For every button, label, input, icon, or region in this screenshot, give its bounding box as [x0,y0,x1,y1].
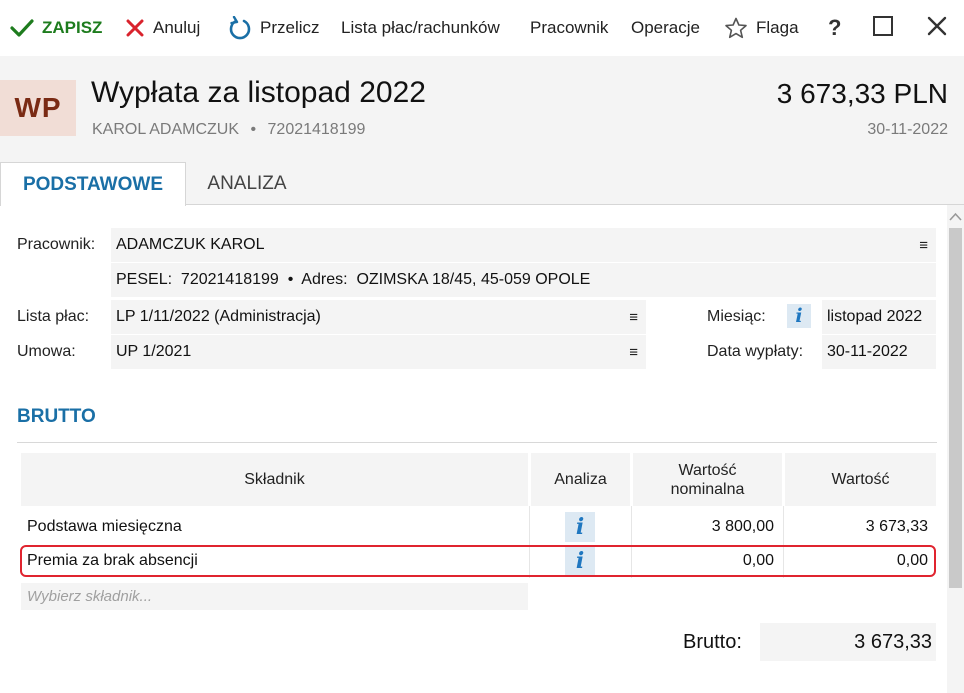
payroll-list-field[interactable]: LP 1/11/2022 (Administracja) ≡ [111,300,646,334]
employee-details-field: PESEL: 72021418199 • Adres: OZIMSKA 18/4… [111,263,936,297]
contract-label: Umowa: [17,343,76,360]
brutto-section-title: BRUTTO [17,406,96,427]
payroll-list-label-text: Lista płac: [17,308,90,325]
contract-value: UP 1/2021 [116,343,192,360]
total-amount: 3 673,33 PLN [776,78,948,109]
payroll-list-menu[interactable]: Lista płac/rachunków [341,0,500,56]
employee-label: Pracownik: [17,236,96,253]
employee-field[interactable]: ADAMCZUK KAROL ≡ [111,228,936,262]
employee-menu[interactable]: Pracownik [530,0,608,56]
subtitle-separator: • [250,121,257,138]
section-divider [17,442,937,443]
star-icon [724,17,748,39]
employee-menu-label: Pracownik [530,18,609,37]
save-label: ZAPISZ [42,18,103,37]
tab-analysis[interactable]: ANALIZA [187,162,307,205]
employee-details: PESEL: 72021418199 • Adres: OZIMSKA 18/4… [116,271,591,288]
close-icon [926,15,948,42]
scroll-up-arrow-icon[interactable] [949,209,962,227]
toolbar: ZAPISZ Anuluj Przelicz Lista płac/rachun… [0,0,964,56]
month-label: Miesiąc: [707,308,766,325]
payroll-list-value: LP 1/11/2022 (Administracja) [116,308,321,325]
menu-icon[interactable]: ≡ [629,335,638,369]
brutto-total-label: Brutto: [683,631,742,653]
table-row-analysis[interactable]: i [564,511,596,543]
table-row-component-name[interactable]: Podstawa miesięczna [27,511,527,543]
menu-icon[interactable]: ≡ [629,300,638,334]
close-x-icon [125,18,145,38]
flag-label: Flaga [756,18,799,37]
employee-pesel: 72021418199 [267,121,366,138]
recalculate-label: Przelicz [260,18,320,37]
scrollbar-thumb[interactable] [949,228,962,588]
employee-field-value: ADAMCZUK KAROL [116,236,265,253]
column-header-component[interactable]: Składnik [21,453,528,506]
checkmark-icon [10,18,34,38]
add-component-placeholder: Wybierz składnik... [27,588,153,605]
info-icon[interactable]: i [787,304,811,328]
operations-menu[interactable]: Operacje [631,0,700,56]
help-button[interactable]: ? [828,0,841,56]
cancel-button[interactable]: Anuluj [125,0,200,56]
highlighted-row-outline [20,545,936,577]
payroll-list-label: Lista płac/rachunków [341,18,500,37]
maximize-button[interactable] [872,0,894,56]
save-button[interactable]: ZAPISZ [10,0,102,56]
close-window-button[interactable] [926,0,948,56]
contract-field[interactable]: UP 1/2021 ≡ [111,335,646,369]
maximize-icon [872,15,894,42]
employee-subtitle: KAROL ADAMCZUK • 72021418199 [92,121,365,139]
month-field[interactable]: listopad 2022 [822,300,936,334]
employee-name: KAROL ADAMCZUK [92,121,239,138]
document-type-badge: WP [0,80,76,136]
tab-basic[interactable]: PODSTAWOWE [0,162,186,206]
operations-menu-label: Operacje [631,18,700,37]
column-header-analysis[interactable]: Analiza [531,453,630,506]
info-icon[interactable]: i [565,512,595,542]
page-title: Wypłata za listopad 2022 [91,76,426,109]
table-row-nominal-value[interactable]: 3 800,00 [633,511,782,543]
payment-date-label: Data wypłaty: [707,343,804,360]
payment-date-value: 30-11-2022 [827,343,908,360]
column-header-nominal-value[interactable]: Wartość nominalna [633,453,782,506]
refresh-icon [228,16,252,40]
recalculate-button[interactable]: Przelicz [228,0,320,56]
add-component-input[interactable]: Wybierz składnik... [21,583,528,610]
table-row-value[interactable]: 3 673,33 [785,511,936,543]
column-header-value[interactable]: Wartość [785,453,936,506]
payment-date-field[interactable]: 30-11-2022 [822,335,936,369]
cancel-label: Anuluj [153,18,201,37]
menu-icon[interactable]: ≡ [919,228,928,262]
month-value: listopad 2022 [827,308,923,325]
brutto-total-value: 3 673,33 [760,623,936,661]
help-icon: ? [828,15,842,40]
document-date: 30-11-2022 [867,121,948,138]
flag-button[interactable]: Flaga [724,0,799,56]
